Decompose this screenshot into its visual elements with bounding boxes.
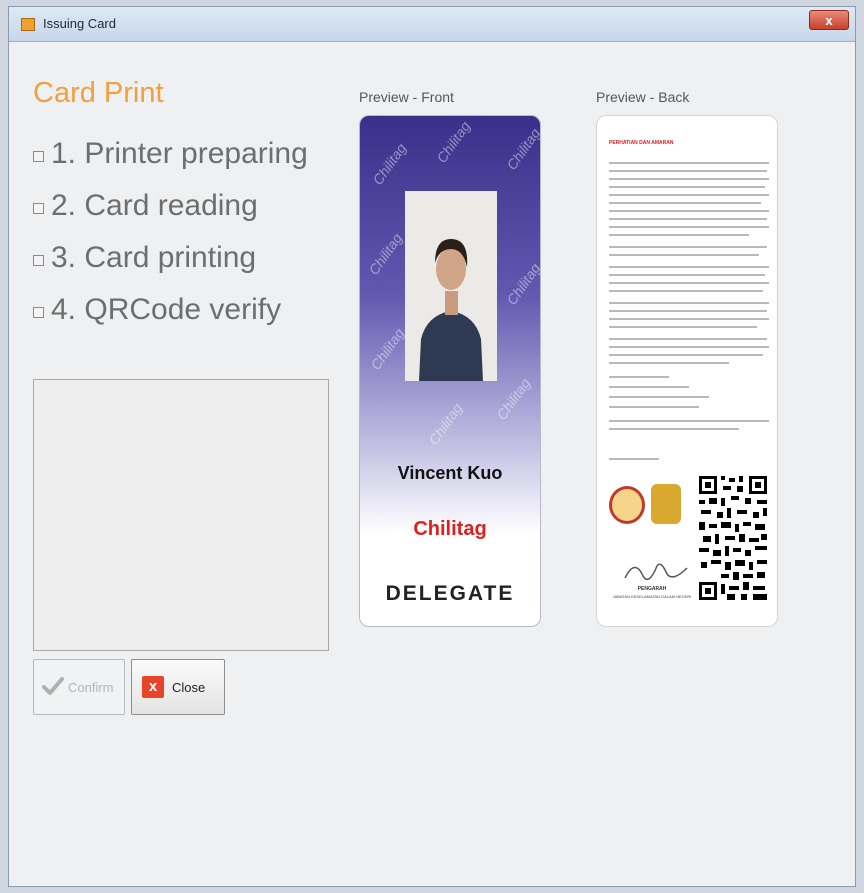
text-line [609,396,709,398]
signature-icon [624,563,688,581]
confirm-label: Confirm [68,680,114,695]
cardholder-role: DELEGATE [385,582,515,605]
text-line [609,254,759,256]
text-line [609,162,769,164]
step-checkbox [33,203,44,214]
confirm-button[interactable]: Confirm [33,659,125,715]
text-line [609,226,769,228]
step-label: 1. Printer preparing [51,137,308,170]
card-front-preview: Chilitag Chilitag Chilitag Chilitag Chil… [359,115,541,627]
preview-back-label: Preview - Back [596,89,690,105]
cardholder-photo [405,191,497,381]
text-line [609,420,769,422]
text-line [609,362,729,364]
text-line [609,458,659,460]
text-line [609,210,769,212]
crest-icon [651,484,681,524]
text-line [609,338,767,340]
watermark: Chilitag [433,118,474,166]
step-label: 2. Card reading [51,189,258,222]
close-label: Close [172,680,206,695]
text-line [609,170,767,172]
back-heading: PERHATIAN DAN AMARAN [609,140,674,146]
step-checkbox [33,151,44,162]
step-label: 3. Card printing [51,241,257,274]
text-line [609,266,769,268]
text-line [609,354,763,356]
text-line [609,178,769,180]
close-button[interactable]: x Close [131,659,225,715]
window-close-button[interactable]: x [809,10,849,30]
person-photo-icon [405,191,497,381]
app-icon [21,18,35,31]
window-title: Issuing Card [43,16,116,31]
watermark: Chilitag [367,325,408,373]
text-line [609,218,767,220]
text-line [609,202,761,204]
text-line [609,376,669,378]
watermark: Chilitag [503,260,541,308]
step-label: 4. QRCode verify [51,293,282,326]
organization-name: Chilitag [413,518,487,540]
page-title: Card Print [33,77,164,109]
watermark: Chilitag [425,400,466,448]
qr-code-icon [697,474,769,602]
text-line [609,186,765,188]
cardholder-name: Vincent Kuo [397,463,503,483]
text-line [609,428,739,430]
issuing-card-window: Issuing Card x Card Print 1. Printer pre… [8,6,856,887]
checkmark-icon [42,677,64,695]
x-icon: x [142,676,164,698]
preview-front-label: Preview - Front [359,89,454,105]
text-line [609,346,769,348]
text-line [609,290,763,292]
text-line [609,386,689,388]
text-line [609,406,699,408]
text-line [609,194,769,196]
watermark: Chilitag [503,125,541,173]
agency-seal-icon [609,486,645,524]
signatory-agency: JABATAN KESELAMATAN DALAM NEGERI [612,594,692,599]
step-checkbox [33,255,44,266]
text-line [609,282,769,284]
text-line [609,310,767,312]
text-line [609,246,767,248]
text-line [609,302,769,304]
step-checkbox [33,307,44,318]
watermark: Chilitag [365,230,406,278]
status-log-box [33,379,329,651]
text-line [609,318,769,320]
signatory-title: PENGARAH [637,586,667,592]
text-line [609,326,757,328]
watermark: Chilitag [369,140,410,188]
watermark: Chilitag [493,375,534,423]
title-bar: Issuing Card x [9,7,855,42]
text-line [609,234,749,236]
text-line [609,274,765,276]
card-back-preview: PERHATIAN DAN AMARAN PENGARAH JABATAN KE… [596,115,778,627]
